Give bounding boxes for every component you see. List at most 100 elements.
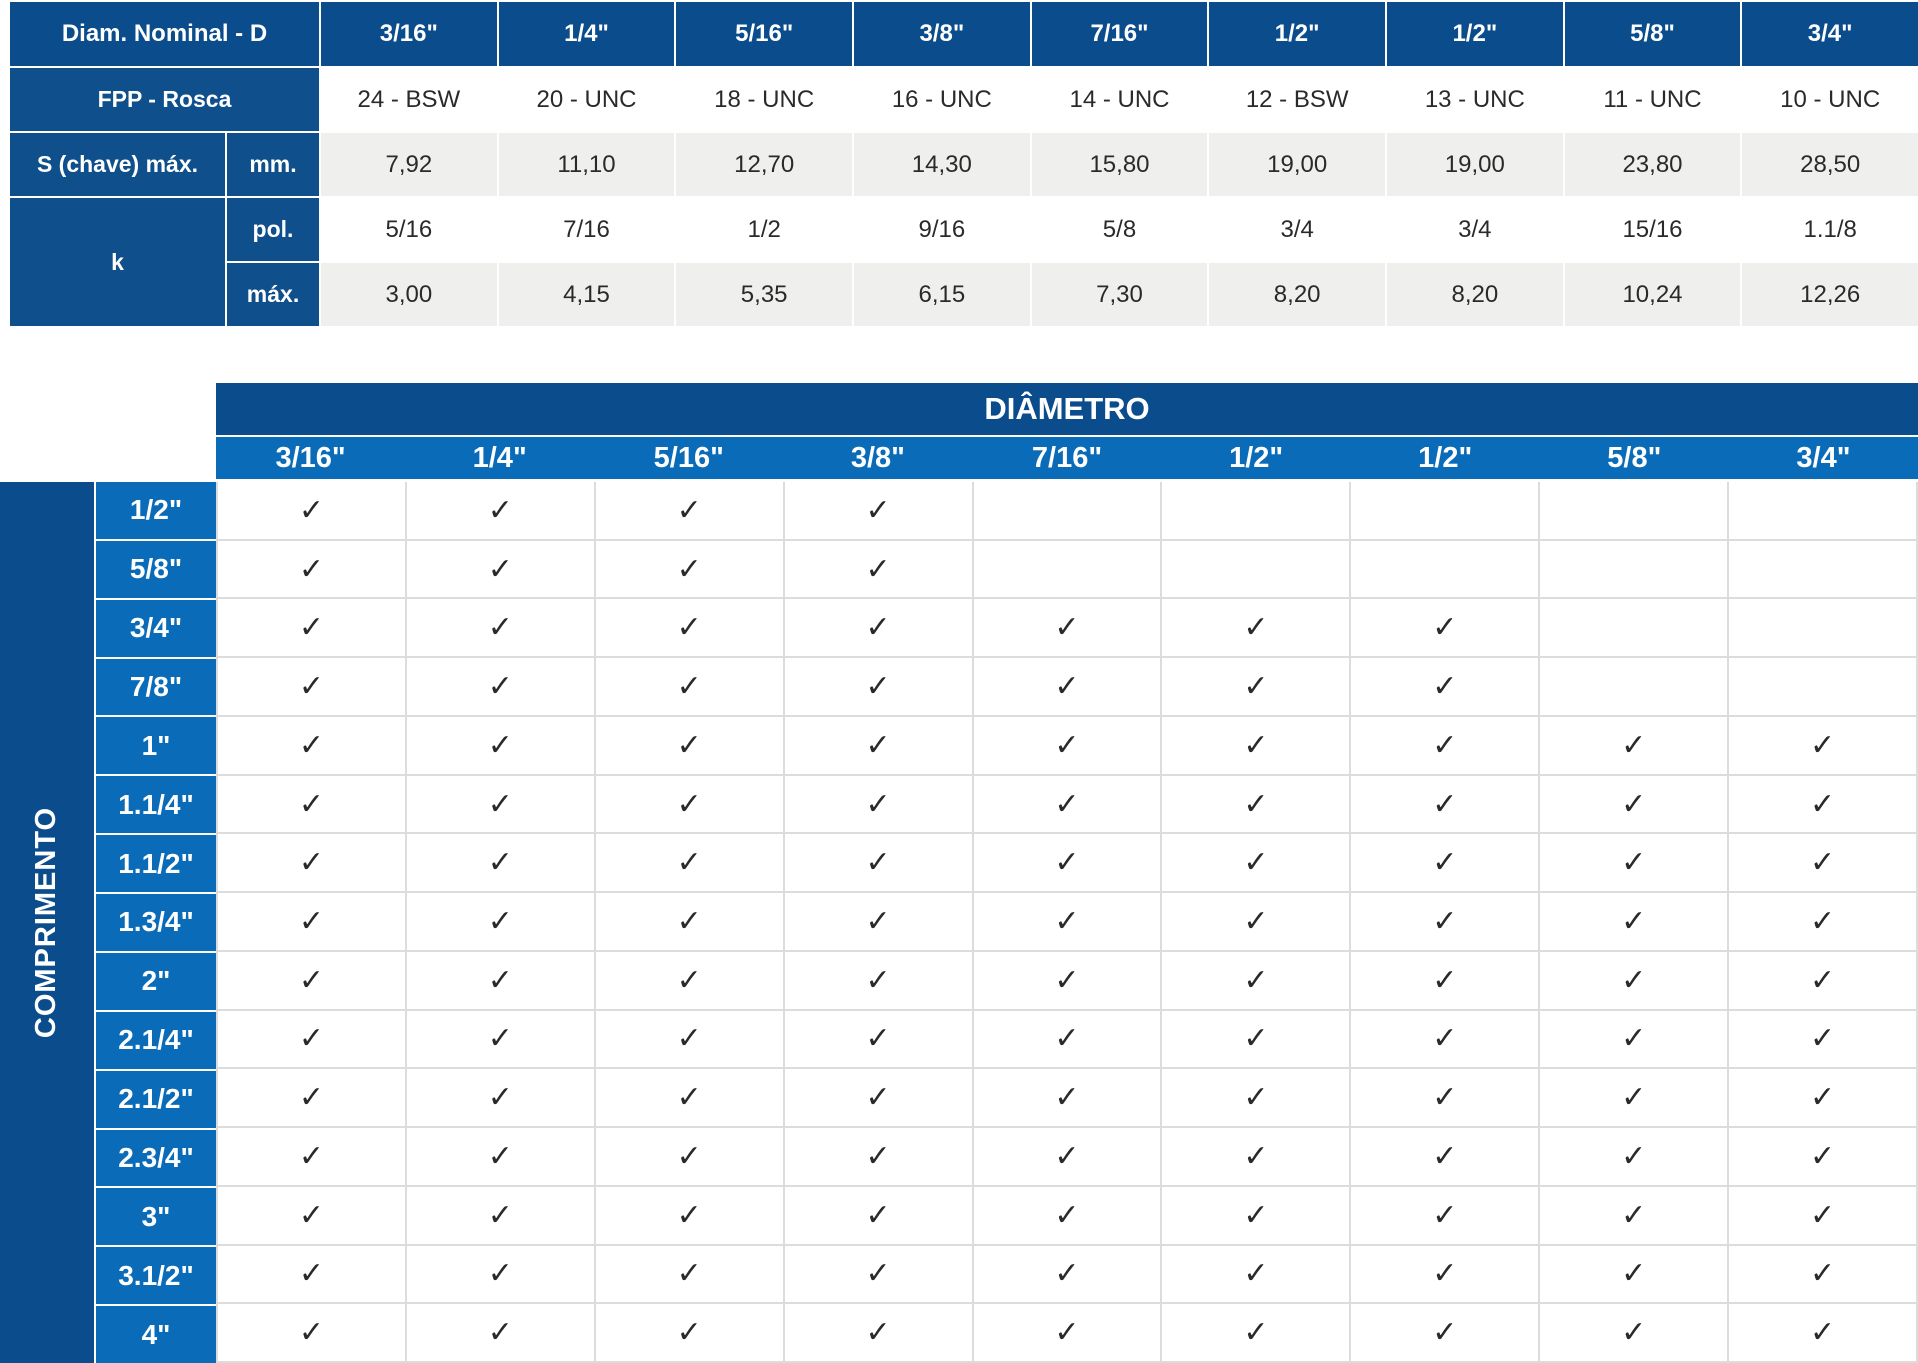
check-icon: ✓ <box>218 716 407 776</box>
check-icon: ✓ <box>218 599 407 659</box>
empty-cell <box>1351 482 1541 541</box>
check-icon: ✓ <box>1162 1304 1352 1363</box>
check-icon: ✓ <box>1351 775 1541 835</box>
compat-diameter-header: 5/16" <box>653 441 724 474</box>
empty-cell <box>1729 599 1918 659</box>
check-icon: ✓ <box>218 893 407 952</box>
compat-diameter-headers: 3/16" 1/4" 5/16" 3/8" 7/16" 1/2" 1/2" 5/… <box>216 437 1918 479</box>
length-row-header: 4" <box>96 1306 216 1363</box>
check-icon: ✓ <box>406 951 596 1011</box>
check-icon: ✓ <box>1162 716 1352 776</box>
empty-cell <box>973 482 1163 541</box>
empty-cell <box>1729 540 1918 600</box>
check-icon: ✓ <box>406 599 596 659</box>
check-icon: ✓ <box>784 540 974 600</box>
check-icon: ✓ <box>595 1069 785 1129</box>
check-icon: ✓ <box>973 716 1163 776</box>
check-icon: ✓ <box>218 658 407 717</box>
check-icon: ✓ <box>973 1128 1163 1187</box>
check-icon: ✓ <box>1162 893 1352 952</box>
length-row-header: 7/8" <box>96 658 216 716</box>
spec-diameter-header: 3/4" <box>1742 2 1918 66</box>
check-icon: ✓ <box>784 1128 974 1187</box>
compat-diameter-header: 5/8" <box>1607 441 1662 474</box>
spec-diameter-header: 1/2" <box>1387 2 1563 66</box>
length-row-header: 3.1/2" <box>96 1247 216 1305</box>
check-icon: ✓ <box>1540 1128 1730 1187</box>
check-icon: ✓ <box>595 1245 785 1305</box>
s-cell: 11,10 <box>498 133 675 196</box>
check-icon: ✓ <box>595 716 785 776</box>
check-icon: ✓ <box>595 834 785 894</box>
check-icon: ✓ <box>1729 775 1918 835</box>
k-pol-cell: 7/16 <box>498 198 675 261</box>
check-icon: ✓ <box>1540 716 1730 776</box>
k-pol-cell: 5/16 <box>321 198 497 261</box>
length-row-header: 2.1/4" <box>96 1011 216 1069</box>
empty-cell <box>1540 658 1730 717</box>
length-row-header: 3" <box>96 1188 216 1246</box>
length-row-header: 1.1/4" <box>96 776 216 834</box>
check-icon: ✓ <box>1540 1186 1730 1246</box>
check-icon: ✓ <box>784 1304 974 1363</box>
check-icon: ✓ <box>1729 1010 1918 1070</box>
check-icon: ✓ <box>1540 1245 1730 1305</box>
check-icon: ✓ <box>973 658 1163 717</box>
check-icon: ✓ <box>1162 599 1352 659</box>
check-icon: ✓ <box>1540 834 1730 894</box>
spec-diameter-header: 3/16" <box>321 2 497 66</box>
check-icon: ✓ <box>406 1128 596 1187</box>
compat-grid: ✓ ✓ ✓ ✓ ✓ ✓ ✓ ✓ ✓ ✓ ✓ ✓ ✓ ✓ ✓ ✓ ✓ ✓ ✓ ✓ ✓ ✓ ✓ ✓ ✓ ✓ ✓ ✓ ✓ ✓ ✓ ✓ ✓ ✓ ✓ ✓ ✓ ✓ ✓ ✓… <box>216 482 1918 1363</box>
k-max-cell: 7,30 <box>1031 263 1208 326</box>
check-icon: ✓ <box>218 540 407 600</box>
check-icon: ✓ <box>784 658 974 717</box>
length-row-header: 5/8" <box>96 540 216 598</box>
check-icon: ✓ <box>973 834 1163 894</box>
check-icon: ✓ <box>1351 834 1541 894</box>
check-icon: ✓ <box>406 716 596 776</box>
check-icon: ✓ <box>973 1069 1163 1129</box>
s-cell: 23,80 <box>1564 133 1741 196</box>
empty-cell <box>1162 540 1352 600</box>
fpp-cell: 16 - UNC <box>854 68 1030 131</box>
length-row-header: 1" <box>96 717 216 775</box>
k-max-cell: 6,15 <box>854 263 1030 326</box>
compat-diameter-header: 3/16" <box>275 441 346 474</box>
s-cell: 15,80 <box>1031 133 1208 196</box>
check-icon: ✓ <box>1729 1186 1918 1246</box>
check-icon: ✓ <box>1729 716 1918 776</box>
check-icon: ✓ <box>595 1304 785 1363</box>
k-max-unit-label: máx. <box>227 263 319 326</box>
check-icon: ✓ <box>1351 951 1541 1011</box>
check-icon: ✓ <box>218 1010 407 1070</box>
empty-cell <box>1540 540 1730 600</box>
s-cell: 14,30 <box>854 133 1030 196</box>
check-icon: ✓ <box>1351 658 1541 717</box>
spec-diameter-header: 3/8" <box>854 2 1030 66</box>
check-icon: ✓ <box>1162 1186 1352 1246</box>
empty-cell <box>973 540 1163 600</box>
check-icon: ✓ <box>1729 1069 1918 1129</box>
check-icon: ✓ <box>1351 1128 1541 1187</box>
check-icon: ✓ <box>784 599 974 659</box>
k-pol-cell: 9/16 <box>854 198 1030 261</box>
check-icon: ✓ <box>1540 1304 1730 1363</box>
s-cell: 12,70 <box>676 133 852 196</box>
check-icon: ✓ <box>1162 1245 1352 1305</box>
empty-cell <box>1729 658 1918 717</box>
check-icon: ✓ <box>973 1304 1163 1363</box>
s-unit-label: mm. <box>227 133 319 196</box>
check-icon: ✓ <box>595 893 785 952</box>
comprimento-side-label: COMPRIMENTO <box>0 482 94 1363</box>
check-icon: ✓ <box>1351 1304 1541 1363</box>
compat-diameter-header: 1/2" <box>1418 441 1473 474</box>
fpp-cell: 12 - BSW <box>1209 68 1385 131</box>
check-icon: ✓ <box>1540 951 1730 1011</box>
check-icon: ✓ <box>406 1245 596 1305</box>
check-icon: ✓ <box>595 775 785 835</box>
check-icon: ✓ <box>1351 599 1541 659</box>
check-icon: ✓ <box>595 1186 785 1246</box>
s-chave-label: S (chave) máx. <box>10 133 225 196</box>
check-icon: ✓ <box>1729 834 1918 894</box>
compat-diameter-header: 3/4" <box>1796 441 1851 474</box>
